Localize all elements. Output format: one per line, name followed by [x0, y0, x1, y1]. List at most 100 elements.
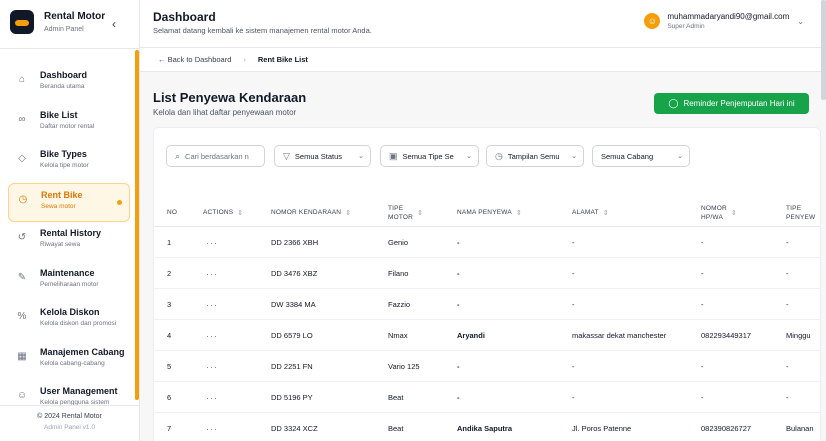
cell-tipe-penyewa: - [786, 269, 789, 278]
table-row[interactable]: 2 ··· DD 3476 XBZ Filano - - - - [154, 258, 820, 289]
col-nomor-hp[interactable]: NOMOR HP/WA ⇕ [701, 198, 737, 227]
cabang-filter-value: Semua Cabang [601, 151, 654, 161]
cell-nomor: DD 2251 FN [271, 362, 313, 371]
section-subtitle: Kelola dan lihat daftar penyewaan motor [153, 108, 297, 117]
copyright: © 2024 Rental Motor [37, 413, 102, 420]
cell-nama: - [457, 269, 460, 278]
cell-nomor: DD 5196 PY [271, 393, 313, 402]
top-header: Dashboard Selamat datang kembali ke sist… [140, 0, 826, 48]
clock-icon: ◷ [495, 150, 503, 161]
cabang-filter-select[interactable]: Semua Cabang ⌄ [592, 145, 690, 167]
sort-icon: ⇕ [730, 209, 737, 217]
more-actions-icon[interactable]: ··· [206, 227, 218, 258]
col-tipe-penyewa-label: TIPE [786, 204, 802, 212]
table-row[interactable]: 5 ··· DD 2251 FN Vario 125 - - - - [154, 351, 820, 382]
col-nomor-kendaraan[interactable]: NOMOR KENDARAAN ⇕ [271, 198, 351, 227]
chevron-down-icon: ⌄ [677, 153, 683, 160]
col-tipe-penyewa[interactable]: TIPE PENYEW [786, 198, 815, 227]
cell-hp: 082293449317 [701, 331, 752, 340]
cell-nama: Aryandi [457, 331, 485, 340]
cell-tipe: Genio [388, 238, 409, 247]
sidebar-item-desc: Kelola cabang-cabang [40, 359, 105, 367]
cell-tipe-penyewa: Minggu [786, 331, 811, 340]
cell-nomor: DD 2366 XBH [271, 238, 319, 247]
cell-hp: - [701, 269, 704, 278]
sidebar-item-bike-types[interactable]: ◇ Bike Types Kelola tipe motor [8, 143, 130, 183]
more-actions-icon[interactable]: ··· [206, 413, 218, 441]
sidebar-item-desc: Kelola diskon dan promosi [40, 320, 117, 327]
cell-no: 1 [167, 238, 172, 247]
cell-tipe-penyewa: - [786, 300, 789, 309]
cell-alamat: makassar dekat manchester [572, 331, 667, 340]
tipe-filter-select[interactable]: ▣ Semua Tipe Se ⌄ [380, 145, 479, 167]
rental-table: NO ACTIONS ⇕ NOMOR KENDARAAN ⇕ TIPE MOTOR ⇕ … [154, 198, 820, 441]
table-row[interactable]: 4 ··· DD 6579 LO Nmax Aryandi makassar d… [154, 320, 820, 351]
brand[interactable]: Rental Motor Admin Panel [10, 10, 105, 34]
breadcrumb-current: Rent Bike List [257, 55, 308, 64]
page-title: Dashboard [153, 10, 216, 24]
tipe-filter-value: Semua Tipe Se [402, 151, 454, 161]
home-icon: ⌂ [18, 74, 26, 85]
table-row[interactable]: 1 ··· DD 2366 XBH Genio - - - - [154, 227, 820, 258]
calendar-icon: ▣ [389, 150, 398, 161]
status-filter-select[interactable]: ▽ Semua Status ⌄ [274, 145, 371, 167]
search-input[interactable]: ⌕ Cari berdasarkan n [166, 145, 265, 167]
more-actions-icon[interactable]: ··· [206, 258, 218, 289]
cell-hp: - [701, 362, 704, 371]
sidebar-item-label: User Management [40, 386, 118, 396]
building-icon: ▦ [17, 350, 27, 362]
col-actions-label: ACTIONS [203, 209, 234, 216]
sidebar-item-bike-list[interactable]: ∞ Bike List Daftar motor rental [8, 104, 130, 144]
col-tipe-penyewa-label-2: PENYEW [786, 213, 816, 221]
sidebar-item-manajemen-cabang[interactable]: ▦ Manajemen Cabang Kelola cabang-cabang [8, 341, 130, 381]
user-email: muhammadaryandi90@gmail.com [667, 12, 790, 21]
cell-nama: Andika Saputra [457, 424, 513, 433]
sidebar-scrollbar[interactable] [135, 50, 139, 400]
sidebar-item-rental-history[interactable]: ↺ Rental History Riwayat sewa [8, 222, 130, 262]
sidebar-item-label: Maintenance [40, 267, 95, 278]
cell-tipe: Vario 125 [388, 362, 420, 371]
more-actions-icon[interactable]: ··· [206, 382, 218, 413]
sidebar-item-label: Rent Bike [41, 189, 83, 200]
cell-hp: 082390826727 [701, 424, 752, 433]
tampilan-filter-select[interactable]: ◷ Tampilan Semu ⌄ [486, 145, 584, 167]
table-row[interactable]: 3 ··· DW 3384 MA Fazzio - - - - [154, 289, 820, 320]
chevron-right-icon: › [243, 55, 246, 64]
table-row[interactable]: 7 ··· DD 3324 XCZ Beat Andika Saputra Jl… [154, 413, 820, 441]
cell-hp: - [701, 300, 704, 309]
chevron-down-icon: ⌄ [797, 16, 804, 26]
sidebar-item-dashboard[interactable]: ⌂ Dashboard Beranda utama [8, 64, 130, 104]
sidebar-item-rent-bike[interactable]: ◷ Rent Bike Sewa motor [8, 182, 130, 222]
divider [0, 48, 139, 49]
sidebar-item-maintenance[interactable]: ✎ Maintenance Pemeliharaan motor [8, 262, 130, 302]
cell-no: 4 [167, 331, 172, 340]
cell-alamat: - [572, 238, 575, 247]
more-actions-icon[interactable]: ··· [206, 351, 218, 382]
col-actions[interactable]: ACTIONS ⇕ [203, 198, 243, 227]
back-to-dashboard-link[interactable]: ← Back to Dashboard [158, 55, 231, 64]
col-tipe-motor[interactable]: TIPE MOTOR ⇕ [388, 198, 423, 227]
active-indicator [117, 199, 122, 205]
user-avatar-icon: ☺ [644, 13, 661, 29]
reminder-pickup-button[interactable]: ◯ Reminder Penjemputan Hari ini [654, 93, 809, 114]
cell-tipe-penyewa: - [786, 362, 789, 371]
table-row[interactable]: 6 ··· DD 5196 PY Beat - - - - [154, 382, 820, 413]
col-alamat[interactable]: ALAMAT ⇕ [572, 198, 609, 227]
user-menu[interactable]: ☺ muhammadaryandi90@gmail.com Super Admi… [644, 12, 804, 30]
collapse-sidebar-icon[interactable]: ‹ [112, 17, 116, 31]
user-role: Super Admin [667, 23, 705, 30]
sidebar-item-kelola-diskon[interactable]: % Kelola Diskon Kelola diskon dan promosi [8, 301, 130, 341]
main-scrollbar[interactable] [821, 0, 826, 100]
more-actions-icon[interactable]: ··· [206, 289, 218, 320]
sort-icon: ⇕ [515, 209, 522, 217]
more-actions-icon[interactable]: ··· [206, 320, 218, 351]
cell-tipe: Beat [388, 424, 404, 433]
bike-icon: ∞ [18, 113, 26, 125]
col-no-label: NO [167, 209, 178, 216]
col-nomor-label: NOMOR KENDARAAN [271, 209, 342, 216]
cell-nomor: DD 6579 LO [271, 331, 313, 340]
col-nama-penyewa[interactable]: NAMA PENYEWA ⇕ [457, 198, 522, 227]
arrow-left-icon: ← [158, 55, 168, 64]
cell-alamat: - [572, 393, 575, 402]
sidebar-item-desc: Sewa motor [41, 202, 76, 210]
